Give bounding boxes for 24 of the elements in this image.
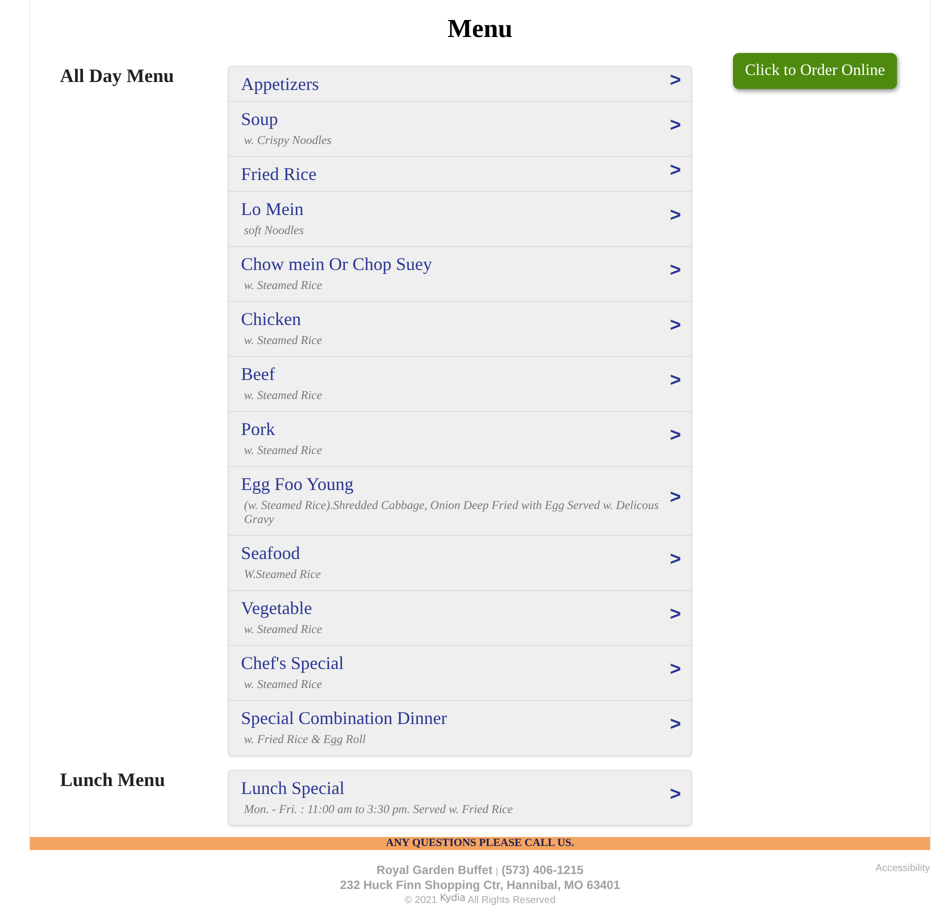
order-online-button[interactable]: Click to Order Online [733,53,897,89]
menu-category-item[interactable]: Appetizers > [228,66,692,102]
section-heading: All Day Menu [60,66,175,88]
separator-text: | [496,866,498,876]
menu-category-item[interactable]: Special Combination Dinner w. Fried Rice & Egg Roll > [228,701,692,756]
menu-category-item[interactable]: Fried Rice > [228,157,692,192]
menu-category-item[interactable]: Chef's Special w. Steamed Rice > [228,646,692,701]
section-heading: Lunch Menu [60,770,166,792]
menu-category-item[interactable]: Beef w. Steamed Rice > [228,357,692,412]
rights-text: All Rights Reserved [468,895,556,906]
menu-category-item[interactable]: Seafood W.Steamed Rice > [228,536,692,591]
restaurant-name: Royal Garden Buffet [376,863,492,877]
menu-category-item[interactable]: Lunch Special Mon. - Fri. : 11:00 am to 3:30 pm. Served w. Fried Rice > [228,770,692,826]
address-text: 232 Huck Finn Shopping Ctr, Hannibal, MO 63401 [340,878,620,892]
call-us-banner: ANY QUESTIONS PLEASE CALL US. [30,837,930,850]
menu-category-item[interactable]: Soup w. Crispy Noodles > [228,102,692,157]
menu-category-item[interactable]: Chicken w. Steamed Rice > [228,302,692,357]
menu-category-item[interactable]: Lo Mein soft Noodles > [228,192,692,247]
menu-category-item[interactable]: Chow mein Or Chop Suey w. Steamed Rice > [228,247,692,302]
menu-category-item[interactable]: Vegetable w. Steamed Rice > [228,591,692,646]
menu-category-item[interactable]: Egg Foo Young (w. Steamed Rice).Shredded Cabbage, Onion Deep Fried with Egg Served w. Delicous Gravy > [228,467,692,536]
copyright-text: © 2021 [404,895,438,906]
menu-category-item[interactable]: Pork w. Steamed Rice > [228,412,692,467]
page-heading: Menu [446,13,514,45]
